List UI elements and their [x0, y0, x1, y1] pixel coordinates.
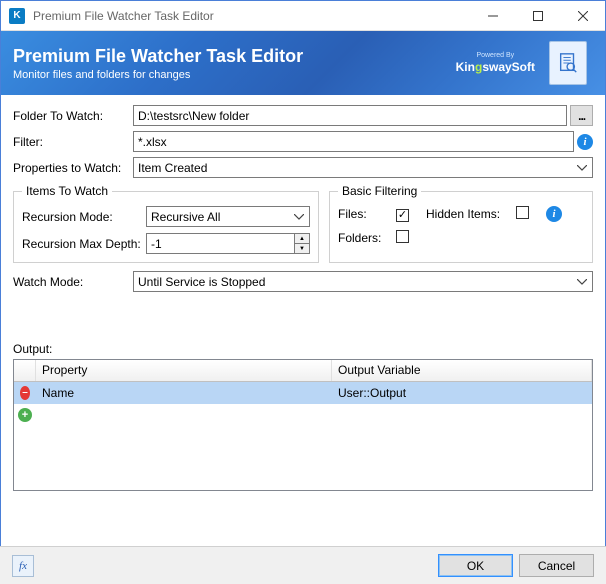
row-variable[interactable]: User::Output: [332, 386, 592, 400]
grid-header-action: [14, 360, 36, 381]
folders-label: Folders:: [338, 231, 396, 245]
cancel-button[interactable]: Cancel: [519, 554, 594, 577]
basic-filtering-legend: Basic Filtering: [338, 184, 421, 198]
document-search-icon: [549, 41, 587, 85]
basic-filtering-group: Basic Filtering Files: Hidden Items: i F…: [329, 184, 593, 263]
footer: fx OK Cancel: [0, 546, 606, 584]
hidden-items-checkbox[interactable]: [516, 206, 529, 219]
files-label: Files:: [338, 207, 396, 221]
close-button[interactable]: [560, 1, 605, 31]
grid-header-variable: Output Variable: [332, 360, 592, 381]
maximize-button[interactable]: [515, 1, 560, 31]
output-grid: Property Output Variable – Name User::Ou…: [13, 359, 593, 491]
browse-button[interactable]: ...: [570, 105, 593, 126]
items-to-watch-group: Items To Watch Recursion Mode: Recursive…: [13, 184, 319, 263]
watch-mode-select[interactable]: Until Service is Stopped: [133, 271, 593, 292]
recursion-mode-label: Recursion Mode:: [22, 210, 146, 224]
spin-down-button[interactable]: ▼: [295, 244, 309, 253]
info-icon[interactable]: i: [577, 134, 593, 150]
items-to-watch-legend: Items To Watch: [22, 184, 112, 198]
banner-subtitle: Monitor files and folders for changes: [13, 69, 303, 81]
folders-checkbox[interactable]: [396, 230, 409, 243]
ok-button[interactable]: OK: [438, 554, 513, 577]
filter-label: Filter:: [13, 135, 133, 149]
expression-button[interactable]: fx: [12, 555, 34, 577]
output-label: Output:: [13, 342, 593, 356]
properties-to-watch-select[interactable]: Item Created: [133, 157, 593, 178]
add-row-button[interactable]: +: [18, 408, 32, 422]
hidden-items-label: Hidden Items:: [426, 207, 516, 221]
recursion-max-depth-input[interactable]: [146, 233, 294, 254]
brand-logo: Powered By KingswaySoft: [456, 52, 535, 74]
app-icon: K: [9, 8, 25, 24]
folder-to-watch-input[interactable]: [133, 105, 567, 126]
window-title: Premium File Watcher Task Editor: [33, 9, 470, 23]
delete-row-button[interactable]: –: [20, 386, 30, 400]
filter-input[interactable]: [133, 131, 574, 152]
properties-to-watch-label: Properties to Watch:: [13, 161, 133, 175]
spin-up-button[interactable]: ▲: [295, 234, 309, 244]
titlebar: K Premium File Watcher Task Editor: [1, 1, 605, 31]
row-property[interactable]: Name: [36, 386, 332, 400]
minimize-button[interactable]: [470, 1, 515, 31]
recursion-mode-select[interactable]: Recursive All: [146, 206, 310, 227]
banner: Premium File Watcher Task Editor Monitor…: [1, 31, 605, 95]
recursion-max-depth-label: Recursion Max Depth:: [22, 237, 146, 251]
grid-header-property: Property: [36, 360, 332, 381]
table-row[interactable]: – Name User::Output: [14, 382, 592, 404]
files-checkbox[interactable]: [396, 209, 409, 222]
folder-to-watch-label: Folder To Watch:: [13, 109, 133, 123]
banner-title: Premium File Watcher Task Editor: [13, 46, 303, 67]
info-icon[interactable]: i: [546, 206, 562, 222]
watch-mode-label: Watch Mode:: [13, 275, 133, 289]
